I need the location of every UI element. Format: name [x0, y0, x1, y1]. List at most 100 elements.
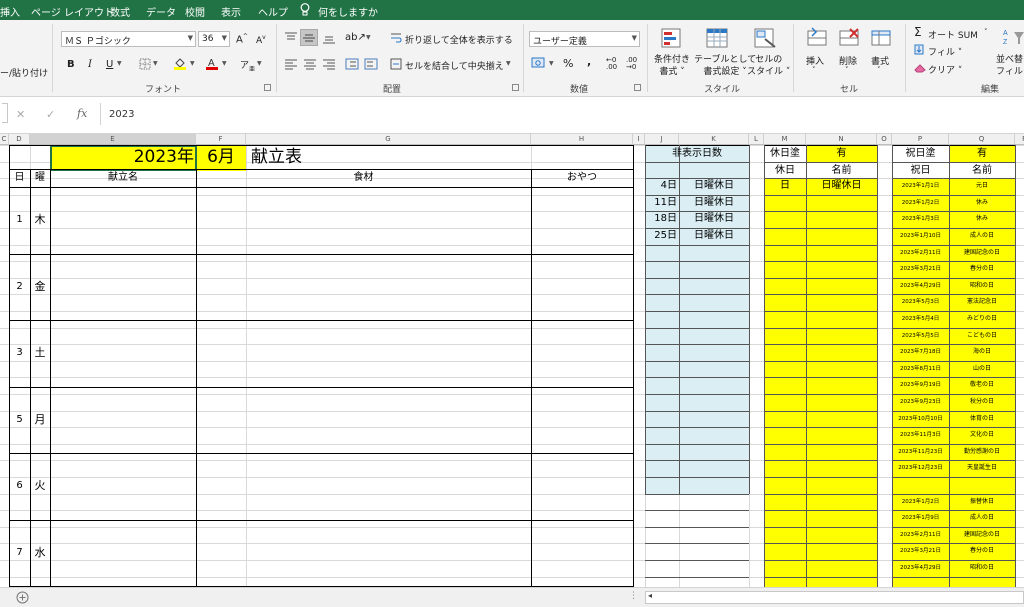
column-header-d[interactable]: D	[9, 134, 30, 145]
column-header-j[interactable]: J	[645, 134, 679, 145]
wrap-text-icon[interactable]	[390, 32, 402, 44]
holiday-name[interactable]: 成人の日	[949, 228, 1015, 244]
column-header-e[interactable]: E	[30, 134, 196, 145]
holiday-name[interactable]: 体育の日	[949, 411, 1015, 427]
holiday-name[interactable]: みどりの日	[949, 311, 1015, 327]
holiday-name[interactable]: 建国記念の日	[949, 245, 1015, 261]
autosum-dropdown-icon[interactable]: ˅	[984, 28, 988, 36]
scroll-left-icon[interactable]: ◂	[648, 591, 652, 600]
alignment-dialog-launcher-icon[interactable]	[512, 84, 519, 91]
percent-icon[interactable]: %	[563, 57, 573, 70]
align-left-icon[interactable]	[284, 58, 298, 70]
holiday-name[interactable]: 春分の日	[949, 261, 1015, 277]
holiday-date[interactable]: 2023年8月11日	[892, 361, 949, 377]
header-menu-name[interactable]: 献立名	[50, 170, 196, 186]
holiday-date[interactable]: 2023年5月4日	[892, 311, 949, 327]
tell-me-search[interactable]: 何をしますか	[318, 4, 378, 19]
holiday-date[interactable]: 2023年1月9日	[892, 510, 949, 526]
holiday-name[interactable]: 憲法記念日	[949, 294, 1015, 310]
number-dialog-launcher-icon[interactable]	[634, 84, 641, 91]
hidden-day-date[interactable]: 25日	[645, 228, 679, 244]
merge-dropdown-icon[interactable]: ▼	[506, 60, 511, 67]
national-col2[interactable]: 名前	[949, 163, 1015, 179]
orientation-dropdown-icon[interactable]: ▼	[366, 34, 371, 41]
holiday-date[interactable]: 2023年1月1日	[892, 178, 949, 194]
holiday-name[interactable]: 春分の日	[949, 543, 1015, 559]
header-weekday[interactable]: 曜	[30, 170, 50, 186]
holiday-name[interactable]: 敬老の日	[949, 377, 1015, 393]
hidden-day-name[interactable]: 日曜休日	[679, 178, 749, 194]
holiday-date[interactable]: 2023年3月21日	[892, 261, 949, 277]
hidden-day-name[interactable]: 日曜休日	[679, 211, 749, 227]
holiday-date[interactable]: 2023年9月23日	[892, 394, 949, 410]
holiday-name[interactable]: 海の日	[949, 344, 1015, 360]
tab-view[interactable]: 表示	[221, 4, 241, 19]
holiday-date[interactable]: 2023年7月18日	[892, 344, 949, 360]
month-cell[interactable]: 6月	[196, 146, 246, 168]
align-top-icon[interactable]	[284, 32, 298, 44]
column-header-f[interactable]: F	[196, 134, 246, 145]
holiday-name[interactable]: こどもの日	[949, 328, 1015, 344]
hidden-day-name[interactable]: 日曜休日	[679, 195, 749, 211]
holiday-date[interactable]: 2023年9月19日	[892, 377, 949, 393]
hidden-day-date[interactable]: 4日	[645, 178, 679, 194]
align-right-icon[interactable]	[322, 58, 336, 70]
autosum-button[interactable]: オート SUM	[928, 28, 978, 41]
holiday-date[interactable]: 2023年1月10日	[892, 228, 949, 244]
enter-icon[interactable]: ✓	[46, 108, 55, 121]
column-header-n[interactable]: N	[806, 134, 877, 145]
holiday-date[interactable]: 2023年2月11日	[892, 527, 949, 543]
holiday-name[interactable]: 成人の日	[949, 510, 1015, 526]
shrink-font-icon[interactable]: Av	[256, 34, 266, 46]
day-weekday[interactable]: 水	[30, 545, 50, 561]
hidden-day-date[interactable]: 11日	[645, 195, 679, 211]
holiday-date[interactable]: 2023年2月11日	[892, 245, 949, 261]
holiday-name[interactable]	[949, 477, 1015, 493]
align-bottom-icon[interactable]	[322, 32, 336, 44]
national-label[interactable]: 祝日塗	[892, 146, 949, 162]
split-handle-icon[interactable]: ⋮	[629, 591, 638, 601]
holiday-name[interactable]: 山の日	[949, 361, 1015, 377]
column-header-k[interactable]: K	[679, 134, 749, 145]
day-weekday[interactable]: 金	[30, 279, 50, 295]
increase-indent-icon[interactable]	[364, 58, 378, 70]
holiday-date[interactable]: 2023年11月3日	[892, 427, 949, 443]
tab-page-layout[interactable]: ページ レイアウト	[31, 4, 114, 19]
worksheet-grid[interactable]: CDEFGHIJKLMNOPQR2023年6月献立表日曜献立名食材おやつ1木2金…	[0, 134, 1024, 587]
holiday-date[interactable]: 2023年5月5日	[892, 328, 949, 344]
column-header-l[interactable]: L	[749, 134, 764, 145]
holiday-date[interactable]: 2023年4月29日	[892, 560, 949, 576]
sort-filter-button[interactable]: 並べ替フィルタ	[996, 54, 1024, 78]
fill-color-icon[interactable]	[173, 56, 187, 70]
title-cell[interactable]: 献立表	[251, 146, 371, 168]
hidden-days-title[interactable]: 非表示日数	[645, 146, 749, 162]
holiday-paint-value[interactable]: 有	[806, 146, 877, 162]
tab-help[interactable]: ヘルプ	[258, 4, 288, 19]
holiday-date[interactable]: 2023年5月3日	[892, 294, 949, 310]
wrap-text-button[interactable]: 折り返して全体を表示する	[405, 33, 513, 46]
conditional-formatting-button[interactable]: 条件付き 書式 ˅	[654, 54, 690, 78]
holiday-name[interactable]: 昭和の日	[949, 560, 1015, 576]
hidden-day-name[interactable]: 日曜休日	[679, 228, 749, 244]
merge-center-icon[interactable]	[390, 58, 402, 70]
day-number[interactable]: 7	[9, 545, 30, 561]
day-number[interactable]: 5	[9, 412, 30, 428]
paste-label[interactable]: ー/貼り付け	[0, 66, 48, 79]
holiday-name[interactable]: 建国記念の日	[949, 527, 1015, 543]
holiday-name[interactable]: 休み	[949, 195, 1015, 211]
format-dropdown-icon[interactable]: ˅	[877, 66, 881, 74]
insert-dropdown-icon[interactable]: ˅	[812, 66, 816, 74]
day-weekday[interactable]: 火	[30, 478, 50, 494]
formula-input[interactable]	[100, 103, 1024, 125]
column-header-h[interactable]: H	[531, 134, 633, 145]
holiday-name[interactable]: 元日	[949, 178, 1015, 194]
holiday-paint-day[interactable]: 日	[764, 178, 806, 194]
font-color-dropdown-icon[interactable]: ▼	[222, 60, 227, 67]
day-weekday[interactable]: 土	[30, 345, 50, 361]
accounting-dropdown-icon[interactable]: ▼	[549, 60, 554, 67]
comma-style-icon[interactable]: ,	[587, 55, 591, 68]
borders-dropdown-icon[interactable]: ▼	[153, 60, 158, 67]
day-number[interactable]: 6	[9, 478, 30, 494]
column-header-o[interactable]: O	[877, 134, 892, 145]
holiday-date[interactable]: 2023年4月29日	[892, 278, 949, 294]
